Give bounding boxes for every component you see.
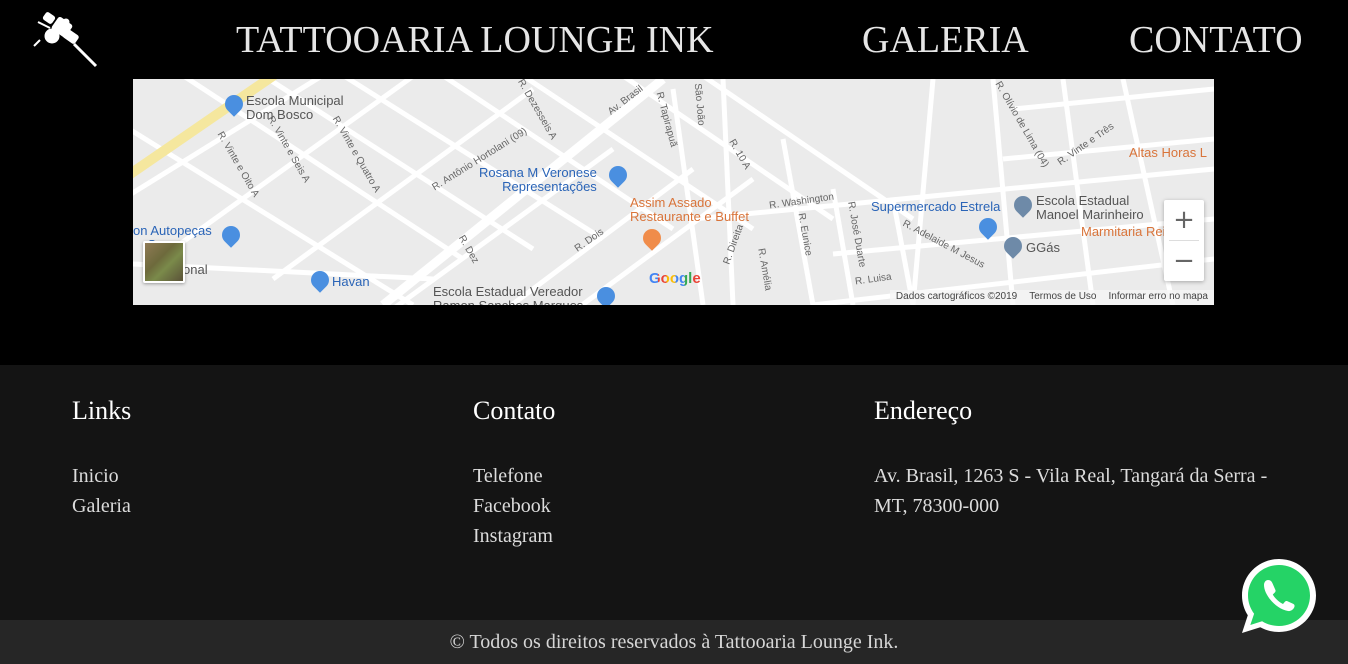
footer-links-title: Links	[72, 396, 132, 425]
poi-assim-assado[interactable]: Assim Assado Restaurante e Buffet	[630, 196, 749, 224]
footer-contato-title: Contato	[473, 396, 556, 425]
tattoo-machine-icon[interactable]	[30, 6, 102, 72]
footer-endereco-column: Endereço Av. Brasil, 1263 S - Vila Real,…	[874, 395, 1284, 521]
nav-contato-link[interactable]: CONTATO	[1129, 18, 1303, 62]
google-map[interactable]: Av. Brasil R. Dezesseis A R. Tapirapuã R…	[133, 79, 1214, 305]
poi-supermercado[interactable]: Supermercado Estrela	[871, 200, 1000, 214]
terms-of-use-link[interactable]: Termos de Uso	[1029, 291, 1096, 304]
poi-ggas[interactable]: GGás	[1026, 241, 1060, 255]
poi-rosana[interactable]: Rosana M Veronese Representações	[479, 166, 597, 194]
poi-escola-manoel[interactable]: Escola Estadual Manoel Marinheiro	[1036, 194, 1144, 222]
whatsapp-icon[interactable]	[1238, 555, 1320, 637]
site-footer: Links Inicio Galeria Contato Telefone Fa…	[0, 365, 1348, 620]
site-header: TATTOOARIA LOUNGE INK GALERIA CONTATO	[0, 0, 1348, 79]
poi-escola-vereador[interactable]: Escola Estadual Vereador Ramon Sanches M…	[433, 285, 583, 306]
poi-havan[interactable]: Havan	[332, 275, 370, 289]
map-attribution: Dados cartográficos ©2019 Termos de Uso …	[889, 290, 1214, 305]
map-data-credit: Dados cartográficos ©2019	[895, 291, 1018, 302]
footer-link-telefone[interactable]: Telefone	[473, 461, 555, 491]
footer-link-facebook[interactable]: Facebook	[473, 491, 555, 521]
footer-link-instagram[interactable]: Instagram	[473, 521, 555, 551]
poi-nacional: onal	[183, 262, 208, 277]
poi-altas-horas[interactable]: Altas Horas L	[1129, 146, 1207, 160]
nav-brand-link[interactable]: TATTOOARIA LOUNGE INK	[236, 18, 714, 62]
footer-address-text: Av. Brasil, 1263 S - Vila Real, Tangará …	[874, 465, 1268, 517]
footer-links-column: Links Inicio Galeria	[72, 395, 131, 521]
footer-link-inicio[interactable]: Inicio	[72, 461, 131, 491]
zoom-in-icon[interactable]: +	[1164, 200, 1204, 240]
report-error-link[interactable]: Informar erro no mapa	[1109, 291, 1209, 304]
satellite-toggle-button[interactable]	[143, 241, 185, 283]
zoom-control: + −	[1164, 200, 1204, 281]
poi-escola-dom-bosco[interactable]: Escola Municipal Dom Bosco	[246, 94, 344, 122]
google-logo: Google	[649, 270, 701, 287]
zoom-out-icon[interactable]: −	[1164, 241, 1204, 281]
nav-galeria-link[interactable]: GALERIA	[862, 18, 1029, 62]
copyright-bar: © Todos os direitos reservados à Tattooa…	[0, 620, 1348, 664]
footer-contato-column: Contato Telefone Facebook Instagram	[473, 395, 555, 551]
footer-endereco-title: Endereço	[874, 396, 973, 425]
footer-link-galeria[interactable]: Galeria	[72, 491, 131, 521]
